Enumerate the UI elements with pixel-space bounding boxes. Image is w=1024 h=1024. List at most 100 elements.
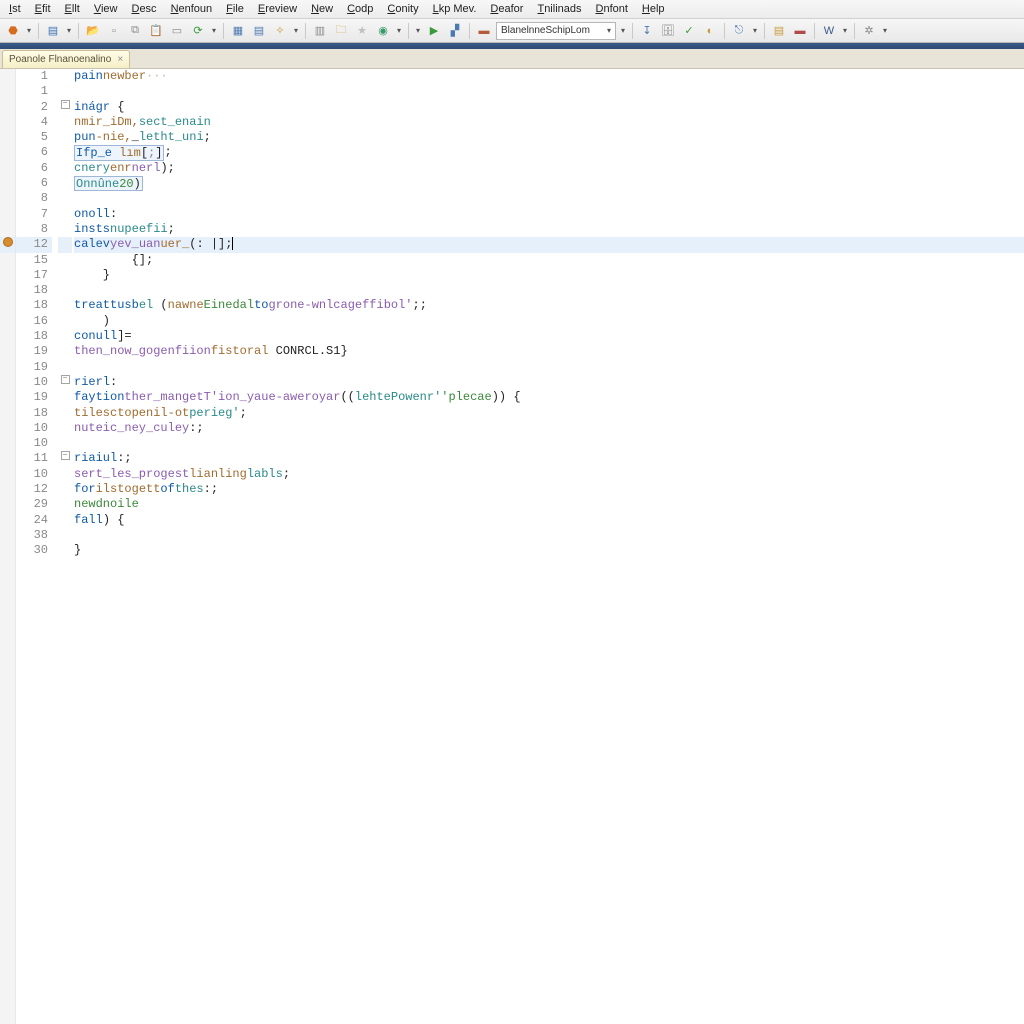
breakpoint-cell[interactable]: [0, 207, 15, 222]
fold-cell[interactable]: [58, 253, 72, 268]
menu-ist[interactable]: Ist: [2, 1, 28, 17]
fold-cell[interactable]: [58, 497, 72, 512]
menu-desc[interactable]: Desc: [124, 1, 163, 17]
breakpoint-cell[interactable]: [0, 513, 15, 528]
menu-tnilinads[interactable]: Tnilinads: [530, 1, 588, 17]
breakpoint-cell[interactable]: [0, 69, 15, 84]
menu-ereview[interactable]: Ereview: [251, 1, 304, 17]
code-line[interactable]: tilesctopenil-ot perieg';: [74, 406, 1024, 421]
menu-codp[interactable]: Codp: [340, 1, 380, 17]
code-line[interactable]: inágr {: [74, 100, 1024, 115]
config-combo[interactable]: BlanelnneSchipLom▾: [496, 22, 616, 40]
code-line[interactable]: [74, 283, 1024, 298]
fold-cell[interactable]: [58, 528, 72, 543]
folder-icon[interactable]: 🗀: [332, 22, 350, 40]
table-icon[interactable]: ▤: [250, 22, 268, 40]
code-line[interactable]: pain newber ···: [74, 69, 1024, 84]
code-line[interactable]: {];: [74, 253, 1024, 268]
breakpoint-margin[interactable]: [0, 69, 16, 1024]
breakpoint-cell[interactable]: [0, 100, 15, 115]
code-line[interactable]: }: [74, 268, 1024, 283]
close-icon[interactable]: ×: [117, 54, 123, 65]
breakpoint-cell[interactable]: [0, 84, 15, 99]
code-line[interactable]: ): [74, 314, 1024, 329]
fold-cell[interactable]: [58, 543, 72, 558]
breakpoint-cell[interactable]: [0, 344, 15, 359]
code-line[interactable]: conull]=: [74, 329, 1024, 344]
breakpoint-cell[interactable]: [0, 528, 15, 543]
breakpoint-cell[interactable]: [0, 421, 15, 436]
code-line[interactable]: nuteic_ney_culey:;: [74, 421, 1024, 436]
code-line[interactable]: for ilstogett of thes:;: [74, 482, 1024, 497]
breakpoint-icon[interactable]: [3, 237, 13, 247]
fold-cell[interactable]: [58, 298, 72, 313]
breakpoint-cell[interactable]: [0, 237, 15, 252]
fold-cell[interactable]: [58, 390, 72, 405]
menu-dnfont[interactable]: Dnfont: [589, 1, 635, 17]
gear-icon[interactable]: ✲: [860, 22, 878, 40]
fold-cell[interactable]: [58, 329, 72, 344]
fold-cell[interactable]: −: [58, 100, 72, 115]
close-icon[interactable]: ▬: [791, 22, 809, 40]
breakpoint-cell[interactable]: [0, 253, 15, 268]
doc-icon[interactable]: ▭: [168, 22, 186, 40]
code-line[interactable]: onoll:: [74, 207, 1024, 222]
code-line[interactable]: then_now_gogenfiion fistoral CONRCL.S1}: [74, 344, 1024, 359]
fold-cell[interactable]: [58, 191, 72, 206]
brick-icon[interactable]: ▬: [475, 22, 493, 40]
fold-cell[interactable]: [58, 436, 72, 451]
menu-ellt[interactable]: Ellt: [58, 1, 87, 17]
chart-icon[interactable]: ▞: [446, 22, 464, 40]
fold-cell[interactable]: [58, 406, 72, 421]
fold-cell[interactable]: [58, 467, 72, 482]
fold-toggle-icon[interactable]: −: [61, 375, 70, 384]
fold-cell[interactable]: [58, 314, 72, 329]
fold-cell[interactable]: −: [58, 375, 72, 390]
code-line[interactable]: Onnûne20): [74, 176, 1024, 191]
globe-icon[interactable]: ◉: [374, 22, 392, 40]
open-icon[interactable]: 📂: [84, 22, 102, 40]
stop-icon[interactable]: ⬣: [4, 22, 22, 40]
breakpoint-cell[interactable]: [0, 451, 15, 466]
fold-cell[interactable]: [58, 130, 72, 145]
dropdown-arrow-icon[interactable]: ▾: [751, 26, 759, 35]
star-icon[interactable]: ★: [353, 22, 371, 40]
fold-cell[interactable]: [58, 421, 72, 436]
breakpoint-cell[interactable]: [0, 360, 15, 375]
menu-file[interactable]: File: [219, 1, 251, 17]
new-icon[interactable]: ▫: [105, 22, 123, 40]
link-icon[interactable]: ⎋: [730, 22, 748, 40]
dropdown-arrow-icon[interactable]: ▾: [25, 26, 33, 35]
fold-cell[interactable]: [58, 145, 72, 160]
flag-icon[interactable]: ▶: [425, 22, 443, 40]
breakpoint-cell[interactable]: [0, 268, 15, 283]
breakpoint-cell[interactable]: [0, 176, 15, 191]
fold-cell[interactable]: [58, 360, 72, 375]
code-line[interactable]: faytion ther_mangetT'ion_yaue-aweroyar((…: [74, 390, 1024, 405]
fold-margin[interactable]: −−−: [58, 69, 72, 1024]
breakpoint-cell[interactable]: [0, 406, 15, 421]
code-line[interactable]: riaiul:;: [74, 451, 1024, 466]
breakpoint-cell[interactable]: [0, 467, 15, 482]
breakpoint-cell[interactable]: [0, 145, 15, 160]
menu-nenfoun[interactable]: Nenfoun: [164, 1, 220, 17]
code-line[interactable]: [74, 360, 1024, 375]
code-line[interactable]: calev yev_uan uer_(: |];: [74, 237, 1024, 252]
breakpoint-cell[interactable]: [0, 375, 15, 390]
menu-conity[interactable]: Conity: [380, 1, 425, 17]
fold-cell[interactable]: [58, 69, 72, 84]
menu-efit[interactable]: Efit: [28, 1, 58, 17]
breakpoint-cell[interactable]: [0, 130, 15, 145]
breakpoint-cell[interactable]: [0, 390, 15, 405]
fold-cell[interactable]: [58, 482, 72, 497]
breakpoint-cell[interactable]: [0, 329, 15, 344]
code-line[interactable]: [74, 436, 1024, 451]
breakpoint-cell[interactable]: [0, 497, 15, 512]
w-icon[interactable]: W: [820, 22, 838, 40]
code-line[interactable]: }: [74, 543, 1024, 558]
dropdown-arrow-icon[interactable]: ▾: [210, 26, 218, 35]
file-tab-active[interactable]: Poanole Flnanoenalino ×: [2, 50, 130, 68]
breakpoint-cell[interactable]: [0, 298, 15, 313]
breakpoint-cell[interactable]: [0, 191, 15, 206]
menu-deafor[interactable]: Deafor: [483, 1, 530, 17]
